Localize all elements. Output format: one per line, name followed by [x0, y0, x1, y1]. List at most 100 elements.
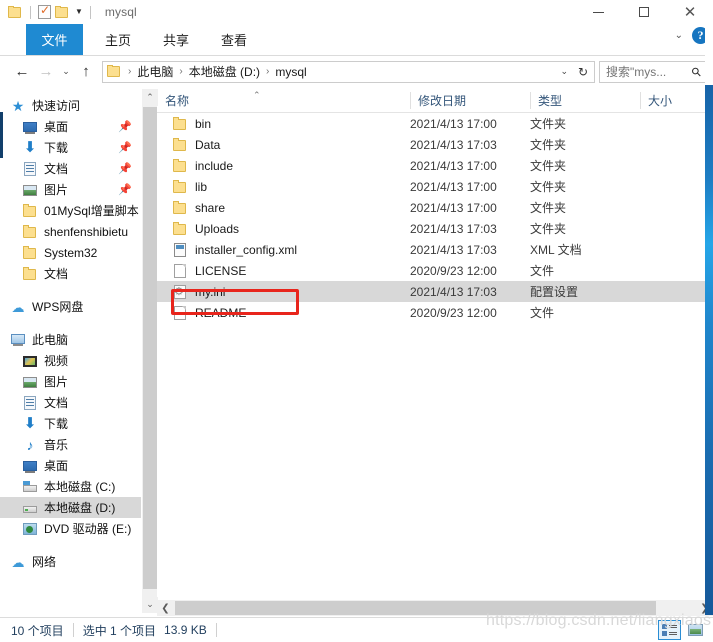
sidebar-item-system32[interactable]: System32 — [0, 242, 141, 263]
navigation-pane[interactable]: ★ 快速访问 桌面 📌 ⬇ 下载 📌 文档 📌 图片 📌 01MySql增量脚本 — [0, 89, 141, 613]
sidebar-item-label: 下载 — [44, 141, 69, 155]
file-name-cell[interactable]: LICENSE — [157, 263, 410, 279]
sidebar-item-label: 本地磁盘 (C:) — [44, 480, 116, 494]
sidebar-item-videos[interactable]: 视频 — [0, 350, 141, 371]
sidebar-item-label: 文档 — [44, 267, 69, 281]
sidebar-item-wps-cloud[interactable]: ☁ WPS网盘 — [0, 296, 141, 317]
table-row[interactable]: bin 2021/4/13 17:00 文件夹 — [157, 113, 705, 134]
file-name-cell[interactable]: share — [157, 200, 410, 216]
folder-icon — [22, 203, 38, 219]
sidebar-item-label: DVD 驱动器 (E:) — [44, 522, 132, 536]
file-name-cell[interactable]: lib — [157, 179, 410, 195]
pin-icon[interactable]: 📌 — [118, 183, 132, 196]
pin-icon[interactable]: 📌 — [118, 162, 132, 175]
navigation-pane-scrollbar[interactable]: ⌃ ⌄ — [141, 89, 158, 613]
sidebar-item-music[interactable]: ♪ 音乐 — [0, 434, 141, 455]
column-header-size[interactable]: 大小 — [640, 89, 713, 112]
file-name-cell[interactable]: README — [157, 305, 410, 321]
folder-icon — [107, 65, 122, 78]
sidebar-item-dvd-drive-e[interactable]: DVD 驱动器 (E:) — [0, 518, 141, 539]
table-row[interactable]: lib 2021/4/13 17:00 文件夹 — [157, 176, 705, 197]
sidebar-item-documents-pc[interactable]: 文档 — [0, 392, 141, 413]
file-name-cell[interactable]: include — [157, 158, 410, 174]
scroll-left-button[interactable]: ❮ — [157, 600, 174, 616]
sidebar-item-quick-access[interactable]: ★ 快速访问 — [0, 95, 141, 116]
sidebar-item-desktop-pc[interactable]: 桌面 — [0, 455, 141, 476]
new-folder-icon[interactable] — [55, 5, 70, 19]
table-row[interactable]: installer_config.xml 2021/4/13 17:03 XML… — [157, 239, 705, 260]
sidebar-item-local-disk-d[interactable]: 本地磁盘 (D:) — [0, 497, 141, 518]
column-header-type[interactable]: 类型 — [530, 89, 640, 112]
sidebar-item-01mysql[interactable]: 01MySql增量脚本 — [0, 200, 141, 221]
file-list[interactable]: bin 2021/4/13 17:00 文件夹 Data 2021/4/13 1… — [157, 113, 705, 597]
file-list-horizontal-scrollbar[interactable]: ❮ ❯ — [157, 600, 713, 616]
file-name-cell[interactable]: Data — [157, 137, 410, 153]
refresh-icon[interactable]: ↻ — [578, 65, 588, 79]
table-row[interactable]: README 2020/9/23 12:00 文件 — [157, 302, 705, 323]
address-input[interactable]: › 此电脑 › 本地磁盘 (D:) › mysql ⌄ ↻ — [102, 60, 595, 83]
table-row[interactable]: my.ini 2021/4/13 17:03 配置设置 — [157, 281, 705, 302]
sidebar-item-local-disk-c[interactable]: 本地磁盘 (C:) — [0, 476, 141, 497]
column-header-date[interactable]: 修改日期 — [410, 89, 530, 112]
search-box[interactable]: ⚲ — [599, 60, 707, 83]
sidebar-item-shenfenshibietu[interactable]: shenfenshibietu — [0, 221, 141, 242]
recent-locations-button[interactable]: ⌄ — [58, 60, 74, 84]
sidebar-item-label: 文档 — [44, 162, 69, 176]
breadcrumb-item-1[interactable]: 本地磁盘 (D:) — [187, 63, 262, 80]
sidebar-item-downloads-pc[interactable]: ⬇ 下载 — [0, 413, 141, 434]
screen-edge-artifact-top — [705, 0, 713, 85]
scroll-up-button[interactable]: ⌃ — [142, 89, 158, 106]
minimize-button[interactable] — [575, 0, 621, 24]
tab-share[interactable]: 共享 — [150, 24, 202, 55]
sidebar-item-downloads[interactable]: ⬇ 下载 📌 — [0, 137, 141, 158]
breadcrumb-item-2[interactable]: mysql — [273, 65, 308, 79]
title-bar: ▼ mysql ✕ — [0, 0, 713, 24]
table-row[interactable]: Uploads 2021/4/13 17:03 文件夹 — [157, 218, 705, 239]
file-name-cell[interactable]: my.ini — [157, 284, 410, 300]
up-button[interactable]: ↑ — [74, 60, 98, 84]
caption-buttons: ✕ — [575, 0, 713, 24]
forward-button[interactable]: → — [34, 60, 58, 84]
table-row[interactable]: include 2021/4/13 17:00 文件夹 — [157, 155, 705, 176]
sidebar-item-label: 网络 — [32, 555, 57, 569]
file-name-cell[interactable]: Uploads — [157, 221, 410, 237]
column-header-name[interactable]: 名称 — [157, 89, 410, 112]
file-name-cell[interactable]: bin — [157, 116, 410, 132]
details-view-button[interactable] — [658, 620, 681, 640]
pin-icon[interactable]: 📌 — [118, 120, 132, 133]
search-icon[interactable]: ⚲ — [689, 63, 705, 79]
sidebar-item-documents-folder[interactable]: 文档 — [0, 263, 141, 284]
table-row[interactable]: Data 2021/4/13 17:03 文件夹 — [157, 134, 705, 155]
folder-icon — [172, 200, 188, 216]
sidebar-item-label: 视频 — [44, 354, 69, 368]
folder-icon[interactable] — [8, 5, 23, 19]
scrollbar-thumb[interactable] — [175, 601, 656, 615]
table-row[interactable]: share 2021/4/13 17:00 文件夹 — [157, 197, 705, 218]
sidebar-item-documents[interactable]: 文档 📌 — [0, 158, 141, 179]
tab-view[interactable]: 查看 — [208, 24, 260, 55]
sidebar-item-pictures-pc[interactable]: 图片 — [0, 371, 141, 392]
ribbon-right-controls: ⌄ ? — [675, 27, 709, 44]
table-row[interactable]: LICENSE 2020/9/23 12:00 文件 — [157, 260, 705, 281]
maximize-button[interactable] — [621, 0, 667, 24]
chevron-down-icon[interactable]: ⌄ — [560, 66, 568, 77]
sidebar-item-this-pc[interactable]: 此电脑 — [0, 329, 141, 350]
file-name-cell[interactable]: installer_config.xml — [157, 242, 410, 258]
search-input[interactable] — [606, 64, 686, 79]
scroll-down-button[interactable]: ⌄ — [142, 596, 158, 613]
breadcrumb-item-0[interactable]: 此电脑 — [135, 63, 175, 80]
file-explorer-window: ▼ mysql ✕ 文件 主页 共享 查看 — [0, 0, 713, 642]
properties-icon[interactable] — [38, 3, 51, 19]
tab-file[interactable]: 文件 — [26, 24, 83, 55]
cloud-icon: ☁ — [11, 554, 25, 570]
sidebar-item-pictures[interactable]: 图片 📌 — [0, 179, 141, 200]
scrollbar-thumb[interactable] — [143, 107, 157, 589]
back-button[interactable]: ← — [10, 60, 34, 84]
sidebar-item-network[interactable]: ☁ 网络 — [0, 551, 141, 572]
chevron-down-icon[interactable]: ⌄ — [675, 30, 683, 41]
chevron-down-icon[interactable]: ▼ — [75, 8, 83, 16]
tab-home[interactable]: 主页 — [92, 24, 144, 55]
pin-icon[interactable]: 📌 — [118, 141, 132, 154]
sidebar-item-desktop[interactable]: 桌面 📌 — [0, 116, 141, 137]
thumbnail-view-button[interactable] — [684, 620, 707, 640]
